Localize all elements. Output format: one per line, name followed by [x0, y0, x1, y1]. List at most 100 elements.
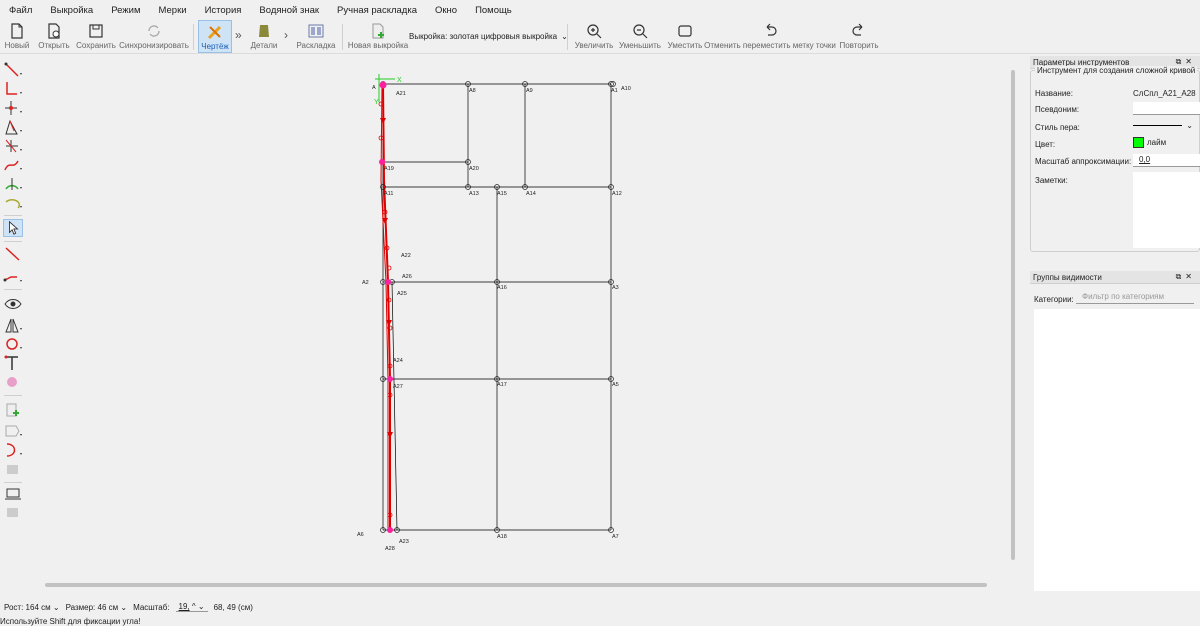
line-tool-icon[interactable] [3, 61, 23, 79]
add-detail-icon[interactable] [3, 401, 23, 419]
draft-points [380, 81, 616, 533]
notes-textarea[interactable] [1133, 172, 1200, 248]
new-pattern-button[interactable]: Новая выкройка [348, 20, 408, 53]
undo-button[interactable]: Отменить переместить метку точки [704, 20, 836, 53]
save-button[interactable]: Сохранить [76, 20, 116, 53]
menu-window[interactable]: Окно [426, 5, 466, 16]
new-button[interactable]: Новый [4, 20, 30, 53]
draft-mode-button[interactable]: Чертёж [198, 20, 232, 53]
layout-icon [308, 24, 324, 38]
point-label: А27 [393, 384, 403, 390]
new-file-icon [11, 23, 23, 39]
detail-group-icon[interactable] [3, 460, 23, 478]
approx-scale-input[interactable]: 0,0 [1133, 154, 1200, 167]
point-label: А2 [362, 280, 369, 286]
pen-style-label: Стиль пера: [1035, 123, 1080, 132]
sync-icon [148, 25, 160, 37]
move-tool-icon[interactable] [3, 354, 23, 372]
categories-label: Категории: [1034, 295, 1074, 304]
visibility-groups-list[interactable] [1034, 309, 1200, 591]
intersection-tool-icon[interactable] [3, 99, 23, 117]
sync-button[interactable]: Синхронизировать [119, 20, 189, 53]
menu-history[interactable]: История [196, 5, 251, 16]
horizontal-scrollbar[interactable] [45, 583, 987, 587]
point-label: А28 [385, 546, 395, 552]
perpendicular-tool-icon[interactable] [3, 137, 23, 155]
drawing-canvas[interactable]: X Y А А21 А8 А9 А1 А10 А19 А20 А11 А13 А… [32, 56, 1022, 588]
menu-watermark[interactable]: Водяной знак [250, 5, 328, 16]
redo-button[interactable]: Повторить [838, 20, 880, 53]
name-value: СлСпл_А21_А28 [1133, 89, 1196, 98]
menu-measurements[interactable]: Мерки [150, 5, 196, 16]
point-label: А17 [497, 382, 507, 388]
tool-options-panel: Параметры инструментов ⧉✕ Инструмент для… [1030, 56, 1200, 256]
chevron-right-icon: » [235, 28, 242, 42]
point-label: А13 [469, 191, 479, 197]
spline-path-tool-icon[interactable] [3, 268, 23, 286]
zoom-out-button[interactable]: Уменьшить [618, 20, 662, 53]
main-toolbar: Новый Открыть Сохранить Синхронизировать… [0, 20, 1200, 54]
zoom-in-button[interactable]: Увеличить [574, 20, 614, 53]
category-filter-input[interactable]: Фильтр по категориям [1076, 292, 1194, 304]
spin-arrows-icon: ^ ⌄ [191, 602, 205, 611]
curve-path-icon[interactable] [3, 441, 23, 459]
point-label: А12 [612, 191, 622, 197]
panel-title: Группы видимости [1033, 272, 1102, 282]
arc-tool-icon[interactable] [3, 175, 23, 193]
point-label: А18 [497, 534, 507, 540]
chevron-down-icon: ⌄ [120, 602, 128, 612]
point-label: А22 [401, 253, 411, 259]
export-layout-icon[interactable] [3, 503, 23, 521]
origin-axes [375, 74, 395, 102]
alias-label: Псевдоним: [1035, 105, 1080, 114]
curve-tool-icon[interactable] [3, 156, 23, 174]
point-label: А8 [469, 88, 476, 94]
size-select[interactable]: Размер: 46 см ⌄ [66, 603, 128, 612]
menu-file[interactable]: Файл [0, 5, 41, 16]
color-select[interactable]: лайм [1133, 137, 1166, 148]
vertical-scrollbar[interactable] [1011, 70, 1015, 560]
pointer-tool-icon[interactable] [3, 219, 23, 237]
point-label: А6 [357, 532, 364, 538]
open-button[interactable]: Открыть [38, 20, 70, 53]
segment-tool-icon[interactable] [3, 245, 23, 263]
color-swatch [1133, 137, 1144, 148]
point-label: А10 [621, 86, 631, 92]
name-label: Название: [1035, 89, 1073, 98]
panel-float-close-icon[interactable]: ⧉✕ [1176, 272, 1200, 282]
visibility-eye-icon[interactable] [3, 295, 23, 313]
menu-help[interactable]: Помощь [466, 5, 521, 16]
height-select[interactable]: Рост: 164 см ⌄ [4, 603, 60, 612]
point-label: А16 [497, 285, 507, 291]
point-label: А25 [397, 291, 407, 297]
point-label: А19 [384, 166, 394, 172]
mirror-tool-icon[interactable] [3, 316, 23, 334]
elliptical-arc-tool-icon[interactable] [3, 194, 23, 212]
menu-mode[interactable]: Режим [102, 5, 149, 16]
point-tool-icon[interactable] [3, 80, 23, 98]
layout-settings-icon[interactable] [3, 485, 23, 503]
triangle-tool-icon[interactable] [3, 118, 23, 136]
menu-bar: Файл Выкройка Режим Мерки История Водяно… [0, 0, 1200, 20]
draft-lines [382, 83, 612, 531]
menu-pattern[interactable]: Выкройка [41, 5, 102, 16]
fit-button[interactable]: Уместить [666, 20, 704, 53]
zoom-out-icon [633, 24, 648, 39]
point-label: А24 [393, 358, 403, 364]
point-label: А9 [526, 88, 533, 94]
rotate-tool-icon[interactable] [3, 335, 23, 353]
scale-spinbox[interactable]: 19, ^ ⌄ [175, 602, 208, 612]
alias-input[interactable] [1133, 102, 1200, 115]
pen-style-select[interactable]: ⌄ [1133, 121, 1193, 130]
seam-allowance-icon[interactable] [3, 422, 23, 440]
point-label: А7 [612, 534, 619, 540]
layout-mode-button[interactable]: Раскладка [296, 20, 336, 53]
pattern-draft[interactable]: X Y А А21 А8 А9 А1 А10 А19 А20 А11 А13 А… [32, 56, 1022, 588]
point-label: А23 [399, 539, 409, 545]
pen-style-line [1133, 124, 1183, 127]
menu-manual-layout[interactable]: Ручная раскладка [328, 5, 426, 16]
chevron-right-icon: › [284, 28, 288, 42]
group-tool-icon[interactable] [3, 373, 23, 391]
details-mode-button[interactable]: Детали [248, 20, 280, 53]
pattern-select[interactable]: Выкройка: золотая цифровыя выкройка ⌄ [409, 32, 568, 41]
